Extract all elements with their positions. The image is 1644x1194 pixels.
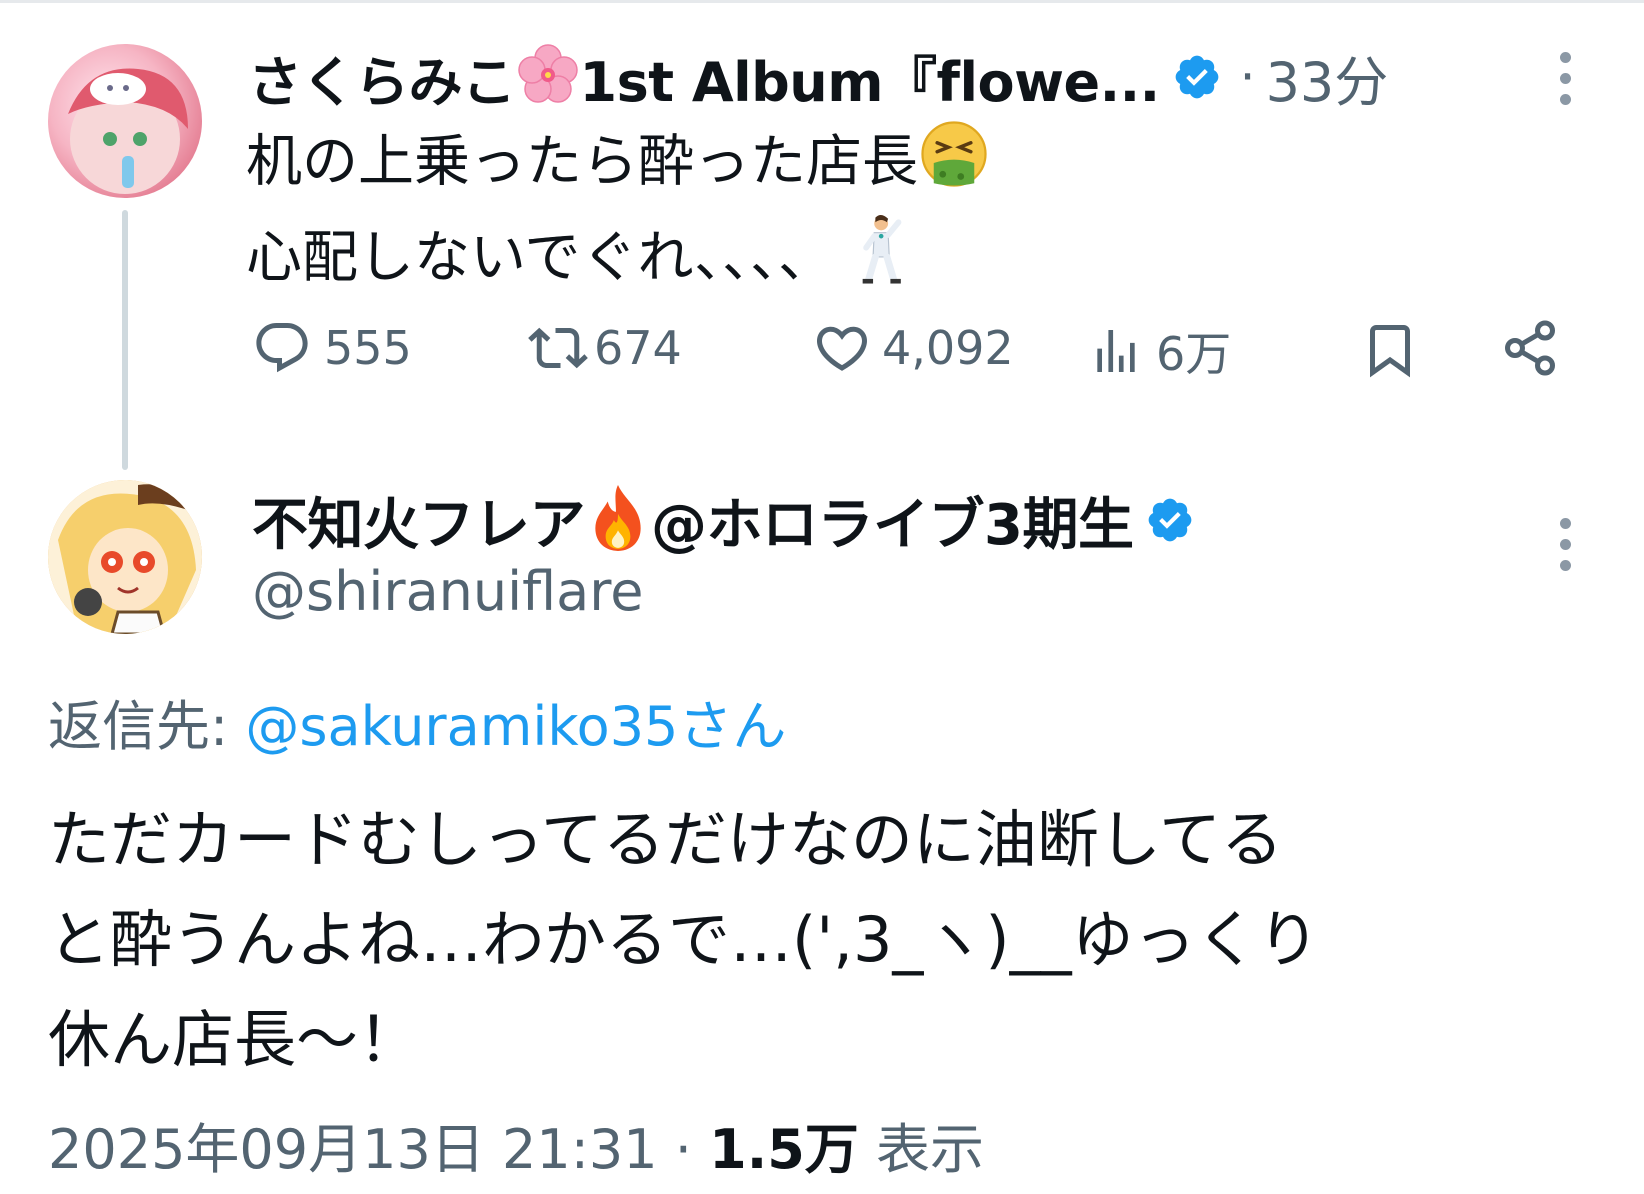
parent-tweet-text: 机の上乗ったら酔った店長 心配しないでぐれ、、、、 [246,118,990,310]
reply-button[interactable]: 555 [252,318,412,378]
like-button[interactable]: 4,092 [812,318,1014,378]
dancing-man-icon [852,213,908,310]
like-count: 4,092 [882,321,1014,375]
reply-tweet-text: ただカードむしってるだけなのに油断してる と酔うんよね…わかるで…(',3_ヽ)… [48,803,1320,1076]
reply-count: 555 [324,321,412,375]
share-button[interactable] [1500,318,1560,378]
like-icon [816,326,868,371]
reply-views-count: 1.5万 [709,1118,859,1181]
top-divider [0,0,1644,3]
verified-badge-icon [1145,495,1195,545]
share-icon [1505,320,1555,376]
retweet-button[interactable]: 674 [528,318,682,378]
reply-to-line: 返信先: @sakuramiko35さん [48,682,786,761]
reply-to-label: 返信先: [48,695,246,758]
reply-views-label: 表示 [858,1118,984,1181]
time-separator: · [1239,48,1256,106]
parent-tweet-header: さくらみこ 1st Album『flowe... · 33分 [248,42,1388,114]
parent-display-name-suffix[interactable]: 1st Album『flowe... [580,38,1161,117]
views-button[interactable]: 6万 [1088,318,1231,384]
nauseated-face-icon [918,118,990,213]
reply-meta: 2025年09月13日 21:31 · 1.5万 表示 [48,1105,984,1184]
parent-text-line1: 机の上乗ったら酔った店長 [246,129,918,195]
avatar-illustration [68,68,188,194]
thread-connector [122,210,128,470]
reply-tweet-header: 不知火フレア @ホロライブ3期生 [252,483,1195,558]
reply-icon [256,323,308,373]
reply-timestamp[interactable]: 2025年09月13日 21:31 [48,1118,658,1181]
meta-separator: · [657,1118,710,1181]
bookmark-button[interactable] [1360,318,1420,382]
retweet-icon [528,327,588,369]
verified-badge-icon [1172,52,1222,102]
avatar-shiranuiflare[interactable] [48,480,202,634]
avatar-sakuramiko[interactable] [48,44,202,198]
parent-time[interactable]: 33分 [1266,38,1389,117]
reply-display-name[interactable]: 不知火フレア [252,480,586,561]
views-icon [1097,330,1135,372]
parent-display-name[interactable]: さくらみこ [248,38,516,117]
avatar-illustration [48,480,202,634]
more-icon[interactable] [1558,52,1572,115]
reply-display-name-suffix[interactable]: @ホロライブ3期生 [651,480,1134,561]
bookmark-icon [1370,325,1410,378]
more-icon[interactable] [1558,518,1572,581]
reply-to-mention-link[interactable]: @sakuramiko35さん [245,695,786,758]
parent-text-line2: 心配しないでぐれ、、、、 [246,225,834,291]
reply-handle[interactable]: @shiranuiflare [252,560,643,623]
fire-icon [585,483,651,557]
views-count: 6万 [1156,327,1232,381]
cherry-blossom-icon [516,43,580,111]
retweet-count: 674 [594,321,682,375]
parent-action-bar: 555 674 4,092 6万 [252,318,1555,384]
